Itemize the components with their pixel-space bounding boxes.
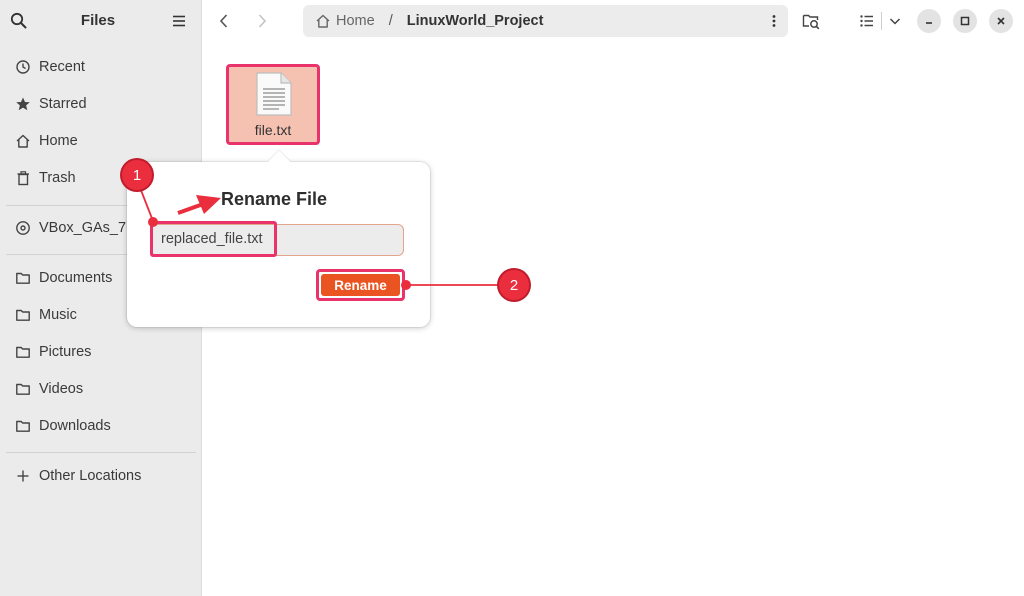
folder-menu-button[interactable] <box>771 13 777 29</box>
rename-button[interactable]: Rename <box>321 274 400 296</box>
plus-icon <box>14 467 32 485</box>
rename-title: Rename File <box>221 189 328 209</box>
sidebar-header: Files <box>0 0 202 42</box>
hamburger-icon <box>173 15 185 27</box>
sidebar-item-label: Other Locations <box>39 468 142 484</box>
clock-icon <box>14 58 32 76</box>
path-home-button[interactable]: Home <box>336 13 375 29</box>
chevron-left-icon <box>219 14 228 28</box>
back-button[interactable] <box>214 11 234 31</box>
path-current-folder[interactable]: LinuxWorld_Project <box>407 13 544 29</box>
sidebar-separator <box>6 452 196 453</box>
sidebar-item-label: Recent <box>39 59 85 75</box>
forward-button[interactable] <box>252 11 272 31</box>
sidebar-item-label: Documents <box>39 270 113 286</box>
rename-popover: Rename File replaced_file.txt Rename <box>127 150 430 327</box>
sidebar-item-home[interactable]: Home <box>10 126 192 156</box>
view-options-button[interactable] <box>884 10 906 32</box>
file-item[interactable]: file.txt <box>226 64 320 145</box>
folder-icon <box>14 417 32 435</box>
main-menu-button[interactable] <box>170 12 188 30</box>
sidebar-item-videos[interactable]: Videos <box>10 374 192 404</box>
folder-icon <box>14 380 32 398</box>
kebab-menu-icon <box>772 15 776 27</box>
close-button[interactable] <box>989 9 1013 33</box>
home-icon <box>14 132 32 150</box>
step-badge-2: 2 <box>499 270 529 300</box>
sidebar-item-pictures[interactable]: Pictures <box>10 337 192 367</box>
step-badge-1: 1 <box>122 160 152 190</box>
file-name: file.txt <box>254 122 292 138</box>
app-title: Files <box>80 12 116 29</box>
rename-button-highlight: Rename <box>316 269 405 301</box>
disc-icon <box>14 219 32 237</box>
close-icon <box>997 17 1005 25</box>
sidebar-item-label: Starred <box>39 96 87 112</box>
toolbar-divider <box>881 12 882 30</box>
minimize-icon <box>926 22 932 24</box>
sidebar-item-label: Music <box>39 307 77 323</box>
search-files-button[interactable] <box>800 10 822 32</box>
text-document-icon <box>256 72 292 116</box>
sidebar-item-label: Trash <box>39 170 76 186</box>
sidebar-item-recent[interactable]: Recent <box>10 52 192 82</box>
folder-icon <box>14 269 32 287</box>
sidebar-item-label: Videos <box>39 381 84 397</box>
sidebar-item-label: Home <box>39 133 78 149</box>
folder-icon <box>14 306 32 324</box>
chevron-down-icon <box>889 18 901 25</box>
popover-arrow <box>267 150 291 174</box>
maximize-button[interactable] <box>953 9 977 33</box>
path-bar: Home / LinuxWorld_Project <box>303 5 788 37</box>
view-list-button[interactable] <box>856 10 878 32</box>
sidebar-item-downloads[interactable]: Downloads <box>10 411 192 441</box>
sidebar-item-label: Pictures <box>39 344 92 360</box>
path-separator: / <box>388 13 393 29</box>
chevron-right-icon <box>258 14 267 28</box>
sidebar-item-label: Downloads <box>39 418 111 434</box>
sidebar-item-other-locations[interactable]: Other Locations <box>10 461 192 491</box>
trash-icon <box>14 169 32 187</box>
maximize-icon <box>960 16 970 26</box>
home-icon <box>316 14 330 28</box>
folder-search-icon <box>802 14 820 30</box>
minimize-button[interactable] <box>917 9 941 33</box>
folder-icon <box>14 343 32 361</box>
sidebar-item-starred[interactable]: Starred <box>10 89 192 119</box>
star-icon <box>14 95 32 113</box>
input-highlight-box <box>150 221 277 257</box>
list-view-icon <box>860 15 873 27</box>
